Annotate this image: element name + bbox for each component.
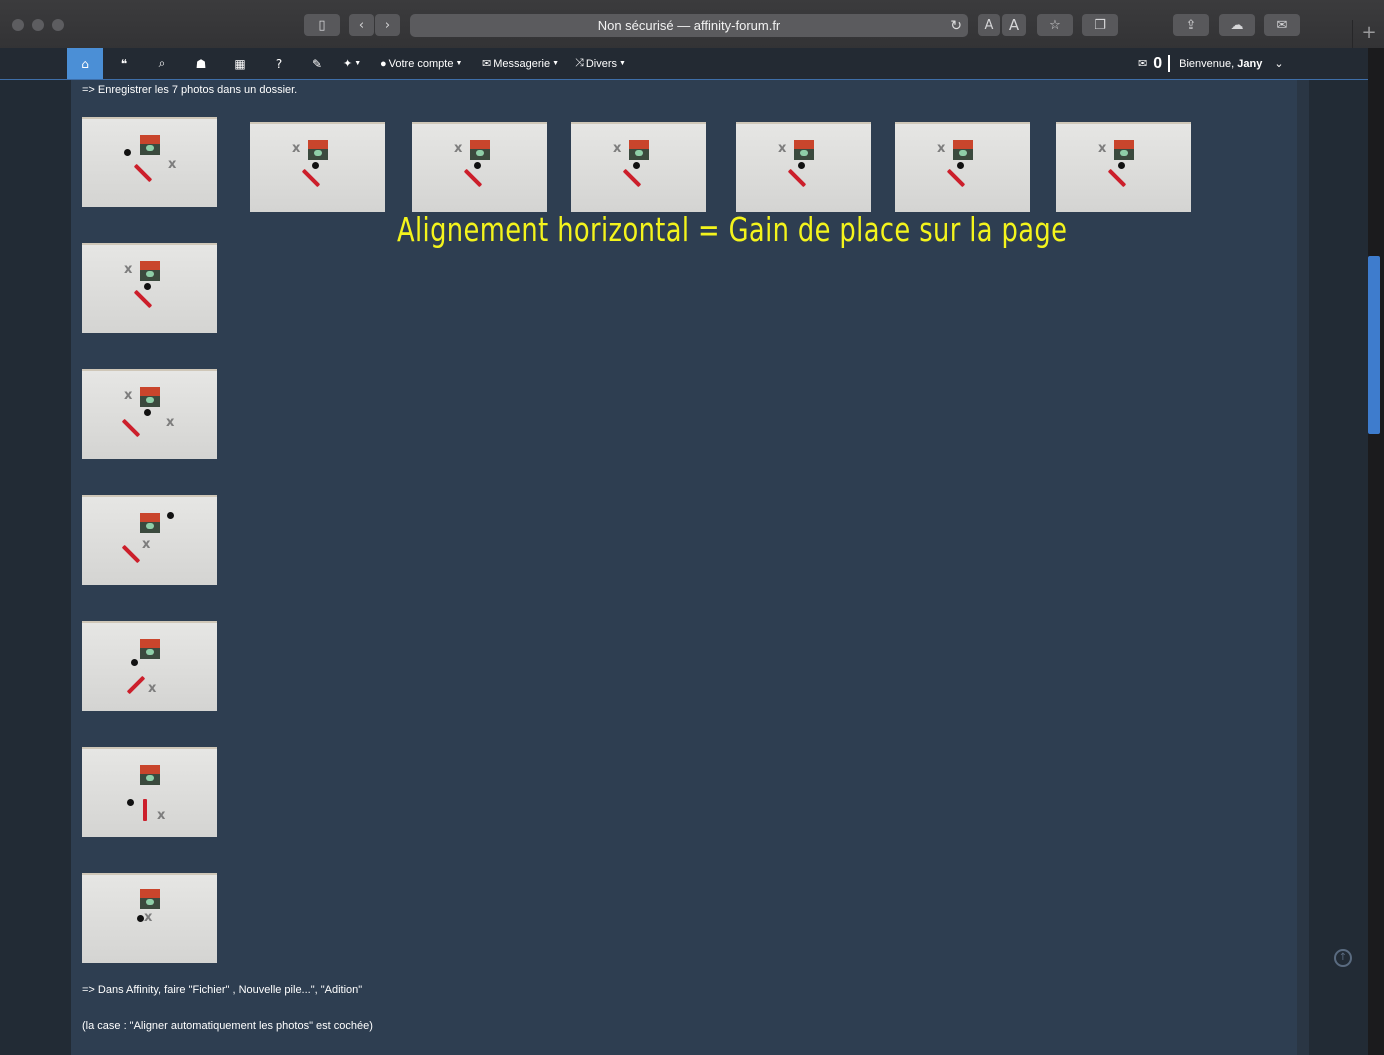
nav-home[interactable]: ⌂: [67, 48, 103, 79]
chevron-left-icon: ‹: [358, 17, 365, 33]
text-larger-button[interactable]: A: [1002, 14, 1026, 36]
nav-new-post[interactable]: ✎: [298, 48, 336, 79]
menu-votre-compte[interactable]: ● Votre compte ▼: [380, 48, 462, 79]
question-icon: ?: [275, 56, 283, 71]
edit-icon: ✎: [311, 56, 323, 71]
menu-label: Divers: [585, 57, 617, 70]
left-gutter: [0, 80, 71, 1055]
url-text: Non sécurisé — affinity-forum.fr: [597, 18, 781, 33]
envelope-icon[interactable]: ✉: [1138, 57, 1147, 70]
photo-thumbnail[interactable]: x: [82, 495, 217, 585]
bookmark-button[interactable]: ☆: [1037, 14, 1073, 36]
shuffle-icon: ⤨: [575, 57, 584, 69]
envelope-icon: ✉: [1276, 17, 1288, 33]
tabs-icon: ❐: [1094, 17, 1106, 33]
share-button[interactable]: ⇪: [1173, 14, 1209, 36]
photo-thumbnail[interactable]: x: [82, 117, 217, 207]
share-icon: ⇪: [1185, 17, 1197, 33]
photo-thumbnail[interactable]: x: [250, 122, 385, 212]
menu-divers[interactable]: ⤨ Divers ▼: [575, 48, 626, 79]
photo-thumbnail[interactable]: x: [1056, 122, 1191, 212]
caret-down-icon: ▼: [618, 60, 626, 67]
envelope-icon: ✉: [482, 58, 492, 70]
close-window-button[interactable]: [12, 19, 24, 31]
user-icon: ●: [380, 57, 387, 70]
forum-navbar: ⌂ ❝ ⌕ ☗ ▦ ? ✎ ✦ ▼ ● Votre compte ▼ ✉ Mess…: [0, 48, 1368, 80]
browser-toolbar: ▯ ‹ › Non sécurisé — affinity-forum.fr ↻…: [0, 0, 1384, 49]
nav-search[interactable]: ⌕: [143, 48, 181, 79]
menu-messagerie[interactable]: ✉ Messagerie ▼: [482, 48, 559, 79]
cloud-icon: ☁: [1230, 17, 1244, 33]
home-icon: ⌂: [81, 56, 89, 71]
forward-button[interactable]: ›: [375, 14, 400, 36]
scrollbar-thumb[interactable]: [1368, 256, 1380, 434]
nav-calendar[interactable]: ▦: [221, 48, 259, 79]
mail-button[interactable]: ✉: [1264, 14, 1300, 36]
message-count[interactable]: 0: [1153, 55, 1162, 73]
new-tab-button[interactable]: +: [1352, 20, 1384, 48]
back-to-top-button[interactable]: ↑: [1334, 949, 1352, 967]
arrow-up-icon: ↑: [1338, 952, 1348, 963]
comments-icon: ✦: [343, 58, 353, 70]
nav-faq[interactable]: ?: [260, 48, 298, 79]
users-icon: ☗: [195, 56, 207, 71]
chat-bubbles-icon: ❝: [120, 56, 128, 71]
nav-forum[interactable]: ❝: [105, 48, 143, 79]
sidebar-icon: ▯: [318, 17, 326, 33]
text-larger-label: A: [1008, 16, 1020, 34]
chevron-right-icon: ›: [384, 17, 391, 33]
scrollbar-track[interactable]: [1368, 48, 1384, 1055]
note-text: (la case : "Aligner automatiquement les …: [82, 1020, 373, 1032]
welcome-text: Bienvenue,: [1179, 57, 1238, 70]
text-smaller-button[interactable]: A: [978, 14, 1000, 36]
photo-thumbnail[interactable]: x: [82, 243, 217, 333]
username[interactable]: Jany: [1237, 58, 1262, 70]
caret-down-icon: ▼: [354, 60, 362, 67]
right-gutter: [1297, 80, 1368, 1055]
caret-down-icon: ▼: [552, 60, 560, 67]
photo-thumbnail[interactable]: x: [82, 621, 217, 711]
back-button[interactable]: ‹: [349, 14, 374, 36]
address-bar[interactable]: Non sécurisé — affinity-forum.fr ↻: [410, 14, 968, 37]
nav-members[interactable]: ☗: [182, 48, 220, 79]
sidebar-toggle-button[interactable]: ▯: [304, 14, 340, 36]
photo-thumbnail[interactable]: x: [736, 122, 871, 212]
minimize-window-button[interactable]: [32, 19, 44, 31]
nav-chat-dropdown[interactable]: ✦ ▼: [343, 48, 361, 79]
menu-label: Votre compte: [388, 57, 454, 70]
text-smaller-label: A: [984, 17, 994, 33]
caret-down-icon: ▼: [455, 60, 463, 67]
chevron-down-icon[interactable]: ⌄: [1274, 57, 1283, 70]
overlay-annotation: Alignement horizontal = Gain de place su…: [397, 210, 1068, 249]
photo-thumbnail[interactable]: x: [571, 122, 706, 212]
instruction-text: => Dans Affinity, faire "Fichier" , Nouv…: [82, 984, 363, 996]
menu-label: Messagerie: [493, 57, 551, 70]
icloud-button[interactable]: ☁: [1219, 14, 1255, 36]
photo-thumbnail[interactable]: x: [412, 122, 547, 212]
photo-thumbnail[interactable]: x: [895, 122, 1030, 212]
photo-thumbnail[interactable]: x: [82, 873, 217, 963]
star-icon: ☆: [1049, 17, 1061, 33]
calendar-icon: ▦: [234, 56, 246, 71]
user-area: ✉ 0 Bienvenue, Jany ⌄: [1138, 48, 1284, 79]
photo-thumbnail[interactable]: x x: [82, 369, 217, 459]
search-icon: ⌕: [158, 56, 166, 70]
tabs-overview-button[interactable]: ❐: [1082, 14, 1118, 36]
intro-text: => Enregistrer les 7 photos dans un doss…: [82, 84, 298, 96]
photo-thumbnail[interactable]: x: [82, 747, 217, 837]
divider: [1168, 55, 1171, 72]
reload-icon[interactable]: ↻: [950, 17, 962, 34]
zoom-window-button[interactable]: [52, 19, 64, 31]
